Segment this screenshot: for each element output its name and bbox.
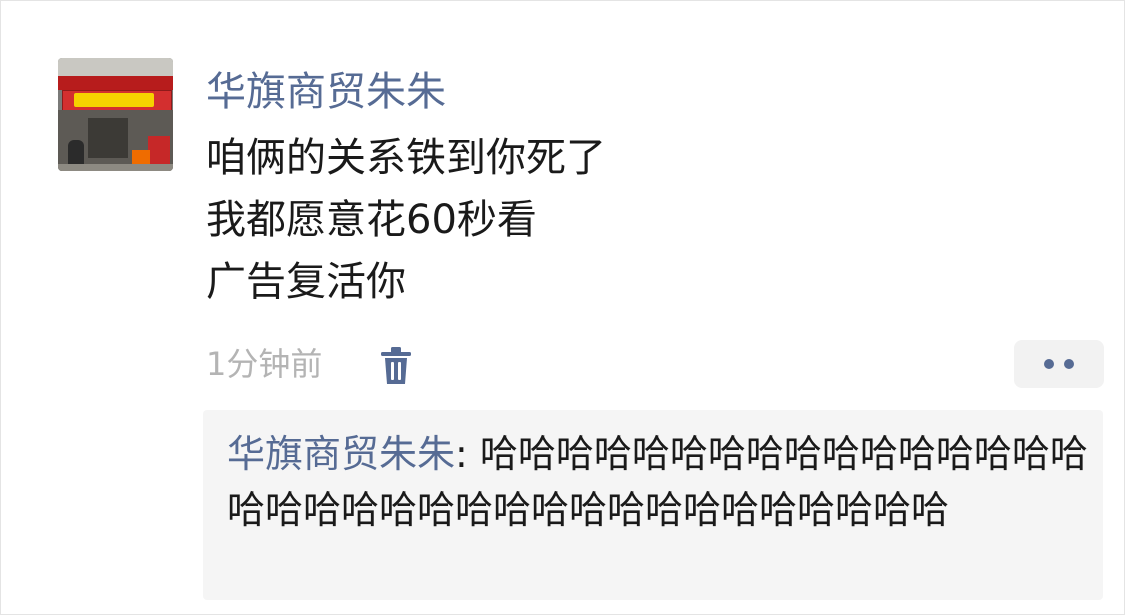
more-button[interactable] <box>1014 340 1104 388</box>
comment-separator: : <box>455 432 480 476</box>
more-dots-icon <box>1044 359 1054 369</box>
post-content: 咱俩的关系铁到你死了 我都愿意花60秒看 广告复活你 <box>206 127 1066 313</box>
comment-item: 华旗商贸朱朱: 哈哈哈哈哈哈哈哈哈哈哈哈哈哈哈哈哈哈哈哈哈哈哈哈哈哈哈哈哈哈哈哈… <box>227 426 1093 538</box>
avatar-goods <box>148 136 170 166</box>
moments-post: 华旗商贸朱朱 咱俩的关系铁到你死了 我都愿意花60秒看 广告复活你 1分钟前 华… <box>0 0 1125 615</box>
avatar-sign-strip <box>58 76 173 90</box>
avatar-door <box>88 118 128 158</box>
post-timestamp: 1分钟前 <box>206 345 323 383</box>
commenter-name[interactable]: 华旗商贸朱朱 <box>227 432 455 476</box>
avatar-ground <box>58 164 173 171</box>
avatar[interactable] <box>58 58 173 171</box>
post-content-line: 咱俩的关系铁到你死了 <box>206 135 606 181</box>
avatar-sign-plate <box>74 93 154 107</box>
post-content-line: 我都愿意花60秒看 <box>206 197 537 243</box>
post-content-line: 广告复活你 <box>206 259 406 305</box>
trash-icon[interactable] <box>378 346 414 386</box>
comments-area: 华旗商贸朱朱: 哈哈哈哈哈哈哈哈哈哈哈哈哈哈哈哈哈哈哈哈哈哈哈哈哈哈哈哈哈哈哈哈… <box>203 410 1103 600</box>
more-dots-icon <box>1064 359 1074 369</box>
author-name[interactable]: 华旗商贸朱朱 <box>206 64 446 120</box>
post-meta-row: 1分钟前 <box>206 340 1106 388</box>
